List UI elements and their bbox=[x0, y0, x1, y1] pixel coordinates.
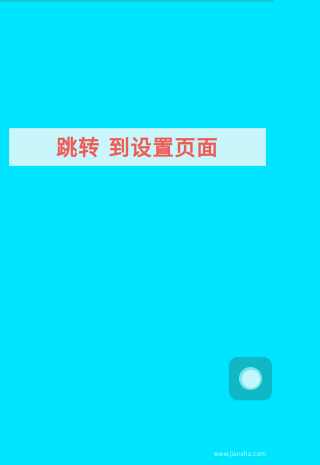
circle-icon bbox=[239, 367, 262, 390]
floating-action-button[interactable] bbox=[229, 357, 272, 400]
go-to-settings-label: 跳转 到设置页面 bbox=[56, 136, 219, 160]
circle-icon-core bbox=[241, 369, 260, 388]
watermark-text: www.jianshu.com bbox=[213, 451, 266, 458]
app-screen: 跳转 到设置页面 www.jianshu.com bbox=[0, 0, 274, 465]
go-to-settings-button[interactable]: 跳转 到设置页面 bbox=[9, 128, 266, 166]
top-strip bbox=[0, 0, 274, 2]
